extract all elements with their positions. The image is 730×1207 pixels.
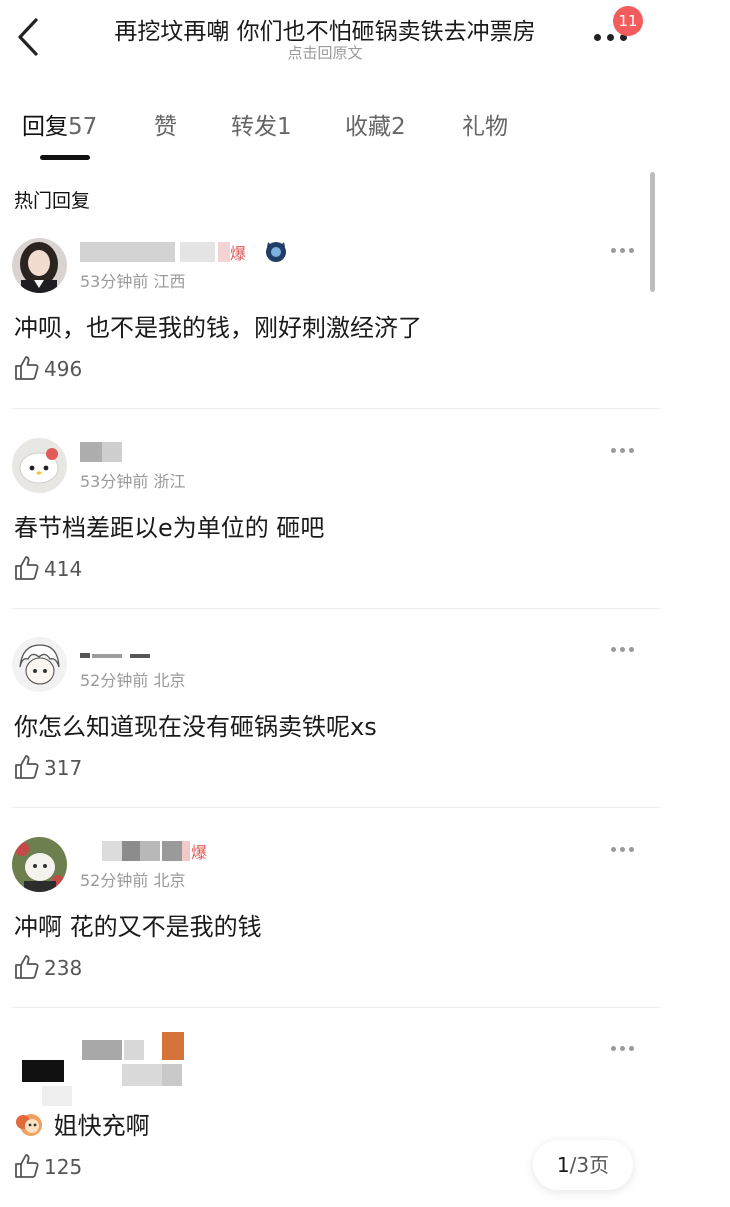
- comment-text: 冲呗，也不是我的钱，刚好刺激经济了: [14, 314, 422, 342]
- comment-item: 52分钟前 北京 你怎么知道现在没有砸锅卖铁呢xs 317: [0, 609, 660, 808]
- avatar-image: [12, 238, 67, 293]
- comment-text: 你怎么知道现在没有砸锅卖铁呢xs: [14, 713, 377, 741]
- section-title: 热门回复: [14, 190, 91, 212]
- username-blurred[interactable]: [80, 639, 220, 661]
- thumbs-up-icon: [15, 556, 39, 580]
- comment-item: 爆 52分钟前 北京 冲啊 花的又不是我的钱 238: [0, 809, 660, 1008]
- comment-more-button[interactable]: [608, 843, 638, 857]
- comment-more-button[interactable]: [608, 244, 638, 258]
- thumbs-up-icon: [15, 755, 39, 779]
- more-dot: [620, 647, 625, 652]
- tab-replies[interactable]: 回复57: [22, 105, 97, 149]
- more-dot: [629, 847, 634, 852]
- tab-gifts[interactable]: 礼物: [462, 105, 508, 149]
- more-dots-icon: [611, 647, 616, 652]
- more-dot: [629, 1046, 634, 1051]
- more-dots-icon: [611, 448, 616, 453]
- tab-reposts[interactable]: 转发1: [231, 105, 292, 149]
- page-indicator[interactable]: 1/3页: [533, 1140, 633, 1190]
- avatar-image: [12, 637, 67, 692]
- tab-label: 回复: [22, 114, 68, 140]
- more-dots-icon: [594, 34, 601, 41]
- divider: [12, 807, 660, 808]
- tab-bar: 回复57 赞 转发1 收藏2 礼物: [0, 105, 730, 165]
- avatar[interactable]: [12, 837, 67, 892]
- thumbs-up-icon: [15, 955, 39, 979]
- comment-meta: 53分钟前 浙江: [80, 472, 186, 491]
- more-dots-icon: [611, 847, 616, 852]
- back-to-original-link[interactable]: 点击回原文: [80, 42, 570, 63]
- username-blurred[interactable]: [80, 440, 220, 462]
- chevron-left-icon: [18, 18, 38, 56]
- emoji-sticker-icon: [16, 1114, 42, 1136]
- tab-label: 礼物: [462, 114, 508, 140]
- username-blurred[interactable]: [80, 1032, 240, 1086]
- tab-label: 收藏: [345, 114, 391, 140]
- avatar[interactable]: [12, 238, 67, 293]
- comment-meta: 52分钟前 北京: [80, 871, 186, 890]
- tab-count: 2: [391, 114, 406, 140]
- comment-item: 爆 53分钟前 江西 冲呗，也不是我的钱，刚好刺激经济了 496: [0, 210, 660, 409]
- like-count: 317: [44, 756, 83, 780]
- comment-text: 冲啊 花的又不是我的钱: [14, 913, 262, 941]
- avatar[interactable]: [12, 637, 67, 692]
- thumbs-up-icon: [15, 1154, 39, 1178]
- like-count: 125: [44, 1155, 83, 1179]
- comment-item: 53分钟前 浙江 春节档差距以e为单位的 砸吧 414: [0, 410, 660, 609]
- avatar-blurred[interactable]: [12, 1036, 72, 1106]
- notification-badge: 11: [613, 6, 643, 36]
- more-dot: [629, 248, 634, 253]
- more-dots-icon: [611, 1046, 616, 1051]
- tab-count: 1: [277, 114, 292, 140]
- more-dots-icon: [611, 248, 616, 253]
- comment-meta: 53分钟前 江西: [80, 272, 186, 291]
- comment-text: 春节档差距以e为单位的 砸吧: [14, 514, 325, 542]
- more-dot: [629, 448, 634, 453]
- post-title[interactable]: 再挖坟再嘲 你们也不怕砸锅卖铁去冲票房: [80, 12, 570, 46]
- avatar[interactable]: [12, 438, 67, 493]
- comment-text-row: 姐快充啊: [14, 1106, 150, 1141]
- thumbs-up-icon: [15, 356, 39, 380]
- comment-more-button[interactable]: [608, 643, 638, 657]
- top-bar: 再挖坟再嘲 你们也不怕砸锅卖铁去冲票房 点击回原文 11: [0, 0, 730, 80]
- more-dot: [620, 448, 625, 453]
- tab-count: 57: [68, 114, 98, 140]
- comment-more-button[interactable]: [608, 444, 638, 458]
- username-blurred[interactable]: 爆: [80, 839, 240, 862]
- more-dot: [629, 647, 634, 652]
- avatar-image: [12, 837, 67, 892]
- tab-favorites[interactable]: 收藏2: [345, 105, 406, 149]
- comment-meta: 52分钟前 北京: [80, 671, 186, 690]
- like-count: 496: [44, 357, 83, 381]
- like-count: 238: [44, 956, 83, 980]
- hot-tag: 爆: [191, 843, 208, 862]
- hot-tag: 爆: [230, 244, 247, 263]
- tab-label: 赞: [154, 114, 177, 140]
- member-badge-icon: [266, 242, 286, 262]
- active-tab-indicator: [40, 155, 90, 160]
- current-page: 1: [556, 1153, 570, 1177]
- tab-likes[interactable]: 赞: [154, 105, 177, 149]
- more-dot: [620, 248, 625, 253]
- tab-label: 转发: [231, 114, 277, 140]
- more-dot: [620, 847, 625, 852]
- like-count: 414: [44, 557, 83, 581]
- more-dot: [607, 34, 614, 41]
- comment-more-button[interactable]: [608, 1042, 638, 1056]
- back-button[interactable]: [10, 14, 46, 60]
- comment-text: 姐快充啊: [53, 1112, 150, 1140]
- more-dot: [620, 1046, 625, 1051]
- divider: [12, 408, 660, 409]
- username-blurred[interactable]: 爆: [80, 240, 300, 263]
- total-pages: /3页: [569, 1153, 610, 1177]
- avatar-image: [12, 438, 67, 493]
